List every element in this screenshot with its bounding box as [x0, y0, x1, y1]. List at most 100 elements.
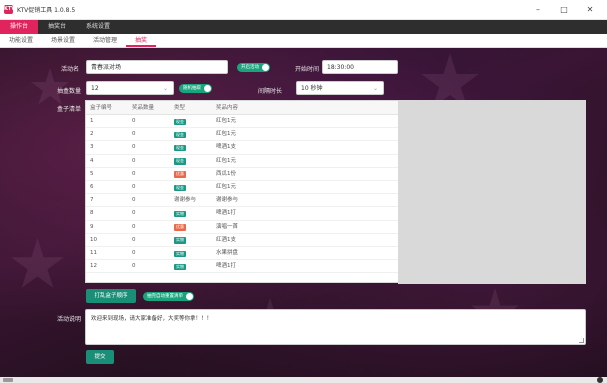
- table-row[interactable]: 8 0 实物 啤酒1打: [86, 207, 398, 221]
- cell-prize-content: 水果拼盘: [216, 250, 239, 256]
- maximize-button[interactable]: □: [551, 0, 577, 20]
- interval-select[interactable]: 10 秒钟 ⌄: [296, 81, 384, 95]
- tab-scene-settings[interactable]: 场景设置: [42, 34, 84, 47]
- activity-enable-toggle[interactable]: 开启活动: [237, 63, 270, 72]
- decor-star-icon: [11, 238, 64, 289]
- table-row[interactable]: 5 0 优惠 西瓜1份: [86, 168, 398, 181]
- start-time-label: 开始时间: [295, 66, 320, 73]
- activity-name-input[interactable]: 青春派对场: [86, 60, 228, 74]
- cell-prize-content: 红包1元: [216, 184, 236, 190]
- status-icon: [3, 378, 13, 382]
- cell-prize-quantity: 0: [132, 131, 136, 138]
- cell-box-number: 8: [90, 210, 94, 217]
- cell-box-number: 3: [90, 144, 94, 151]
- column-header: 盒子编号: [90, 105, 113, 111]
- cell-prize-content: 红包1元: [216, 131, 236, 138]
- box-count-select[interactable]: 12 ⌄: [86, 81, 174, 95]
- cell-prize-quantity: 0: [132, 250, 136, 256]
- box-table-body: 盒子编号 奖品数量 类型 奖品内容 1 0 现金 红包1元 2 0 现金 红包1元 3 0 现金 啤酒…: [86, 101, 398, 284]
- submit-button[interactable]: 提交: [86, 350, 114, 364]
- prize-type-badge: 实物: [174, 263, 186, 271]
- table-row[interactable]: 12 0 实物 啤酒1打: [86, 260, 398, 274]
- table-row[interactable]: 10 0 实物 红酒1支: [86, 234, 398, 247]
- shuffle-boxes-button[interactable]: 打乱盒子顺序: [86, 289, 136, 303]
- cell-prize-quantity: 0: [132, 236, 136, 243]
- cell-box-number: 10: [90, 236, 97, 243]
- prize-type-badge: 实物: [174, 237, 186, 244]
- app-logo-icon: KTV: [4, 5, 16, 14]
- tab-activity-management[interactable]: 活动管理: [84, 34, 126, 47]
- interval-label: 间隔时长: [258, 88, 283, 95]
- cell-prize-type: 谢谢参与: [174, 197, 197, 204]
- cell-prize-quantity: 0: [132, 157, 136, 164]
- random-toggle-label: 随机抽取: [183, 86, 201, 91]
- resize-handle-icon[interactable]: [579, 338, 584, 343]
- menu-console[interactable]: 操作台: [0, 20, 39, 34]
- description-label: 活动说明: [57, 316, 82, 323]
- cell-box-number: 9: [90, 223, 94, 230]
- box-list-label: 盒子清单: [57, 106, 82, 113]
- table-row[interactable]: 11 0 实物 水果拼盘: [86, 247, 398, 261]
- cell-prize-content: 啤酒1支: [216, 144, 236, 151]
- tab-lottery[interactable]: 抽奖: [126, 34, 157, 47]
- cell-prize-content: 红包1元: [216, 157, 236, 164]
- close-button[interactable]: ✕: [577, 0, 603, 20]
- cell-prize-content: 红酒1支: [216, 236, 236, 243]
- cell-prize-quantity: 0: [132, 170, 136, 177]
- cell-prize-quantity: 0: [132, 144, 136, 151]
- prize-type-badge: 现金: [174, 184, 186, 191]
- table-row[interactable]: 7 0 谢谢参与 谢谢参与: [86, 194, 398, 208]
- prize-type-badge: 现金: [174, 144, 186, 152]
- start-time-input[interactable]: 18:30:00: [322, 60, 398, 74]
- table-empty-area: [398, 101, 586, 284]
- cell-box-number: 2: [90, 131, 94, 138]
- auto-reset-toggle-label: 抽完自动重置清单: [147, 294, 183, 299]
- cell-box-number: 5: [90, 170, 94, 177]
- random-toggle[interactable]: 随机抽取: [179, 84, 212, 93]
- cell-prize-content: 西瓜1份: [216, 170, 236, 177]
- prize-type-badge: 优惠: [174, 171, 186, 178]
- cell-box-number: 11: [90, 250, 97, 256]
- toggle-knob: [262, 64, 269, 71]
- prize-type-badge: 优惠: [174, 224, 186, 231]
- toggle-knob: [204, 85, 211, 92]
- cell-prize-quantity: 0: [132, 118, 136, 124]
- table-row[interactable]: 1 0 现金 红包1元: [86, 115, 398, 129]
- table-header: 盒子编号 奖品数量 类型 奖品内容: [86, 101, 398, 115]
- cell-prize-content: 谢谢参与: [216, 197, 239, 204]
- description-text: 欢迎来到现场，请大家准备好，大奖等你拿！！！: [91, 316, 213, 322]
- title-bar: KTV KTV促销工具 1.0.8.5 – □ ✕: [0, 0, 607, 20]
- activity-name-label: 活动名: [61, 66, 80, 73]
- menu-lottery[interactable]: 抽奖台: [38, 20, 76, 34]
- cell-box-number: 1: [90, 118, 94, 124]
- cell-box-number: 4: [90, 157, 94, 164]
- auto-reset-toggle[interactable]: 抽完自动重置清单: [143, 292, 194, 301]
- minimize-button[interactable]: –: [525, 0, 551, 20]
- tray-icon: [597, 377, 603, 383]
- table-row[interactable]: 4 0 现金 红包1元: [86, 155, 398, 168]
- cell-prize-content: 演唱一首: [216, 223, 239, 230]
- table-row[interactable]: 2 0 现金 红包1元: [86, 128, 398, 142]
- cell-prize-quantity: 0: [132, 263, 136, 270]
- table-row[interactable]: 6 0 现金 红包1元: [86, 181, 398, 195]
- description-textarea[interactable]: 欢迎来到现场，请大家准备好，大奖等你拿！！！: [85, 309, 586, 345]
- prize-type-badge: 实物: [174, 210, 186, 218]
- cell-box-number: 7: [90, 197, 94, 204]
- cell-prize-quantity: 0: [132, 197, 136, 204]
- sub-tabs: 功能设置 场景设置 活动管理 抽奖: [0, 34, 607, 48]
- box-table: 盒子编号 奖品数量 类型 奖品内容 1 0 现金 红包1元 2 0 现金 红包1元 3 0 现金 啤酒…: [85, 100, 586, 284]
- cell-box-number: 12: [90, 263, 97, 270]
- top-menu: 操作台 抽奖台 系统设置: [0, 20, 607, 34]
- tab-function-settings[interactable]: 功能设置: [0, 34, 42, 47]
- menu-settings[interactable]: 系统设置: [76, 20, 120, 34]
- table-row[interactable]: 9 0 优惠 演唱一首: [86, 221, 398, 234]
- interval-value: 10 秒钟: [301, 85, 323, 92]
- table-row[interactable]: 3 0 现金 啤酒1支: [86, 141, 398, 155]
- cell-prize-content: 红包1元: [216, 118, 236, 124]
- cell-prize-content: 啤酒1打: [216, 210, 236, 217]
- column-header: 类型: [174, 105, 186, 111]
- column-header: 奖品内容: [216, 105, 239, 111]
- cell-prize-quantity: 0: [132, 223, 136, 230]
- box-count-value: 12: [91, 85, 99, 92]
- box-count-label: 抽盒数量: [57, 88, 82, 95]
